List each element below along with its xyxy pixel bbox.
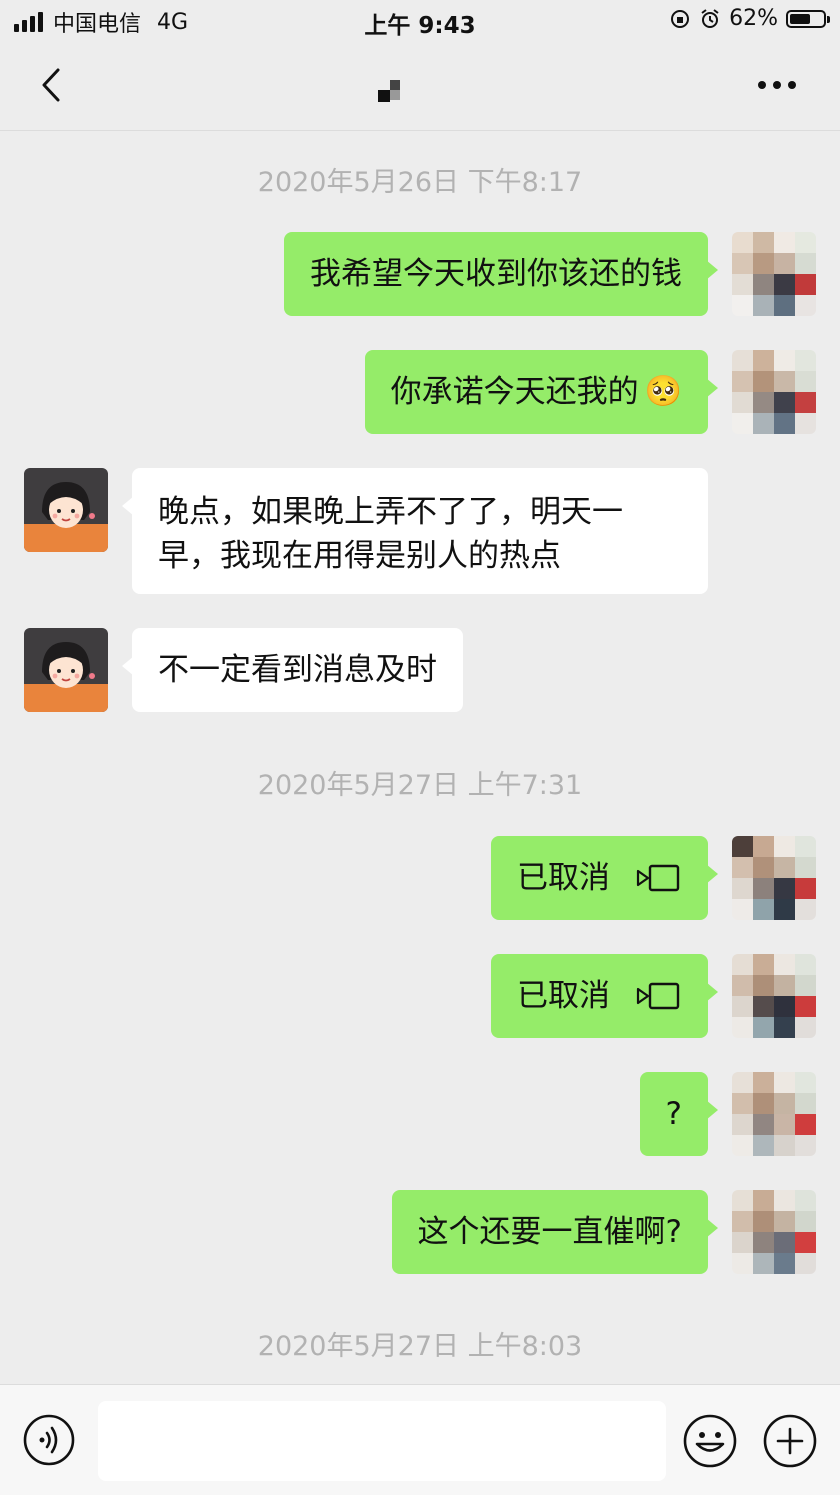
message-bubble[interactable]: 晚点，如果晚上弄不了了，明天一 早，我现在用得是别人的热点 [122,468,708,594]
call-cancelled-bubble[interactable]: 已取消 [491,954,718,1038]
message-row-incoming: 不一定看到消息及时 [0,628,840,712]
message-text: 已取消 [517,978,610,1014]
input-bar [0,1384,840,1495]
message-text: ? [665,1096,682,1132]
pleading-face-emoji: 🥺 [644,374,682,409]
message-row-outgoing: ? [0,1072,840,1156]
message-row-outgoing: 我希望今天收到你该还的钱 [0,232,840,316]
message-row-outgoing: 已取消 [0,836,840,920]
emoji-icon[interactable] [682,1413,738,1469]
message-bubble[interactable]: ? [639,1072,719,1156]
message-input[interactable] [98,1401,666,1481]
chevron-left-icon[interactable] [32,62,78,108]
avatar[interactable] [732,954,816,1038]
pixelated-avatar-image [732,1072,816,1156]
avatar[interactable] [732,350,816,434]
message-row-incoming: 晚点，如果晚上弄不了了，明天一 早，我现在用得是别人的热点 [0,468,840,594]
pixelated-avatar-image [732,836,816,920]
pixelated-avatar-image [732,954,816,1038]
battery-percent: 62% [729,6,778,31]
plus-icon[interactable] [762,1413,818,1469]
message-bubble[interactable]: 你承诺今天还我的 🥺 [364,350,719,434]
message-text: 这个还要一直催啊? [417,1214,682,1250]
message-bubble[interactable]: 我希望今天收到你该还的钱 [284,232,718,316]
message-text-line: 晚点，如果晚上弄不了了，明天一 [158,494,623,530]
timestamp: 2020年5月27日 上午7:31 [257,770,583,801]
avatar[interactable] [24,468,108,552]
video-call-icon [636,864,680,892]
pixelated-avatar-image [732,350,816,434]
timestamp: 2020年5月27日 上午8:03 [257,1331,583,1362]
message-bubble[interactable]: 这个还要一直催啊? [391,1190,719,1274]
timestamp: 2020年5月26日 下午8:17 [257,167,583,198]
avatar[interactable] [732,232,816,316]
avatar[interactable] [732,836,816,920]
call-cancelled-bubble[interactable]: 已取消 [491,836,718,920]
message-row-outgoing: 这个还要一直催啊? [0,1190,840,1274]
message-text: 不一定看到消息及时 [158,652,437,688]
pixelated-avatar-image [732,232,816,316]
message-text: 你承诺今天还我的 [390,374,639,410]
alarm-icon [701,8,719,28]
more-dots-icon[interactable] [754,70,800,100]
avatar[interactable] [732,1190,816,1274]
chat-header [0,44,840,131]
message-row-outgoing: 你承诺今天还我的 🥺 [0,350,840,434]
message-row-outgoing: 已取消 [0,954,840,1038]
video-call-icon [636,982,680,1010]
contact-name-censored [378,80,400,102]
voice-icon[interactable] [22,1413,76,1467]
status-bar: 中国电信 4G 上午 9:43 62% [0,0,840,44]
pixelated-avatar-image [732,1190,816,1274]
status-right: 62% [669,6,830,31]
message-text: 已取消 [517,860,610,896]
orientation-lock-icon [671,9,690,28]
message-text-line: 早，我现在用得是别人的热点 [158,538,561,574]
message-bubble[interactable]: 不一定看到消息及时 [122,628,463,712]
battery-icon [786,9,830,28]
cartoon-girl-avatar [24,468,108,552]
avatar[interactable] [24,628,108,712]
cartoon-girl-avatar [24,628,108,712]
avatar[interactable] [732,1072,816,1156]
message-text: 我希望今天收到你该还的钱 [310,256,682,292]
